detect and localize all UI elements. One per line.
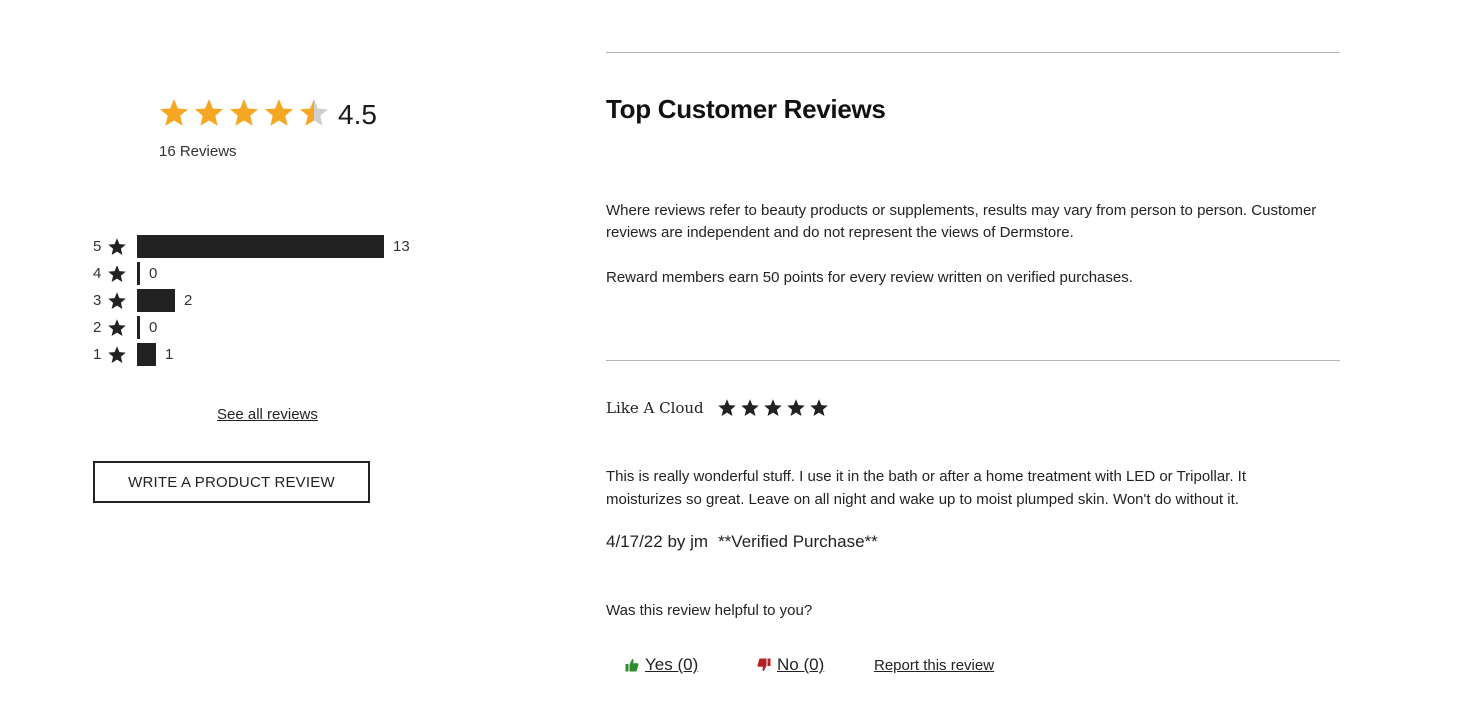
histogram-star-level: 3	[93, 292, 102, 309]
reviews-disclaimer: Where reviews refer to beauty products o…	[606, 202, 1317, 241]
star-icon	[263, 97, 295, 129]
histogram-bar	[137, 316, 140, 339]
star-icon	[107, 291, 127, 311]
star-icon	[107, 345, 127, 365]
histogram-bar	[137, 262, 140, 285]
helpful-no-label: No (0)	[777, 655, 825, 674]
section-title: Top Customer Reviews	[606, 94, 886, 124]
histogram-count: 1	[165, 346, 174, 363]
thumbs-down-icon	[757, 658, 771, 672]
average-rating-value: 4.5	[338, 99, 377, 130]
star-icon	[740, 398, 760, 418]
helpful-no-button[interactable]: No (0)	[757, 654, 824, 676]
star-icon	[786, 398, 806, 418]
reward-note: Reward members earn 50 points for every …	[606, 269, 1133, 286]
report-review-link[interactable]: Report this review	[874, 656, 994, 676]
average-rating-stars	[158, 96, 333, 130]
helpful-yes-button[interactable]: Yes (0)	[625, 654, 698, 676]
divider-top	[606, 52, 1340, 53]
histogram-star-level: 4	[93, 265, 102, 282]
verified-purchase-badge: **Verified Purchase**	[718, 532, 878, 551]
review-body: This is really wonderful stuff. I use it…	[606, 468, 1247, 508]
review-meta: 4/17/22 by jm **Verified Purchase**	[606, 530, 878, 554]
review-count: 16 Reviews	[159, 143, 237, 160]
star-icon	[228, 97, 260, 129]
review-title: Like A Cloud	[606, 399, 704, 417]
thumbs-up-icon	[625, 658, 639, 672]
star-icon	[158, 97, 190, 129]
histogram-row-3[interactable]: 32	[93, 287, 433, 314]
histogram-count: 2	[184, 292, 193, 309]
histogram-count: 0	[149, 265, 158, 282]
star-icon	[107, 264, 127, 284]
review-date-author: 4/17/22 by jm	[606, 532, 709, 551]
histogram-row-2[interactable]: 20	[93, 314, 433, 341]
helpful-question: Was this review helpful to you?	[606, 602, 813, 619]
helpful-yes-label: Yes (0)	[645, 655, 699, 674]
divider-review	[606, 360, 1340, 361]
star-icon	[107, 318, 127, 338]
histogram-star-level: 1	[93, 346, 102, 363]
rating-histogram: 5 13 4 0 3 2 2 0 1 1	[93, 233, 433, 368]
see-all-reviews-link[interactable]: See all reviews	[217, 405, 318, 425]
review-rating-stars	[717, 398, 832, 418]
star-icon	[298, 97, 330, 129]
star-icon	[763, 398, 783, 418]
write-review-button[interactable]: WRITE A PRODUCT REVIEW	[93, 461, 370, 503]
star-icon	[193, 97, 225, 129]
star-icon	[107, 237, 127, 257]
histogram-row-5[interactable]: 5 13	[93, 233, 433, 260]
histogram-bar	[137, 289, 175, 312]
histogram-row-1[interactable]: 11	[93, 341, 433, 368]
histogram-row-4[interactable]: 40	[93, 260, 433, 287]
histogram-star-level: 5	[93, 238, 102, 255]
histogram-bar	[137, 343, 156, 366]
star-icon	[717, 398, 737, 418]
histogram-count: 13	[393, 238, 410, 255]
star-icon	[809, 398, 829, 418]
histogram-star-level: 2	[93, 319, 102, 336]
histogram-count: 0	[149, 319, 158, 336]
histogram-bar	[137, 235, 384, 258]
